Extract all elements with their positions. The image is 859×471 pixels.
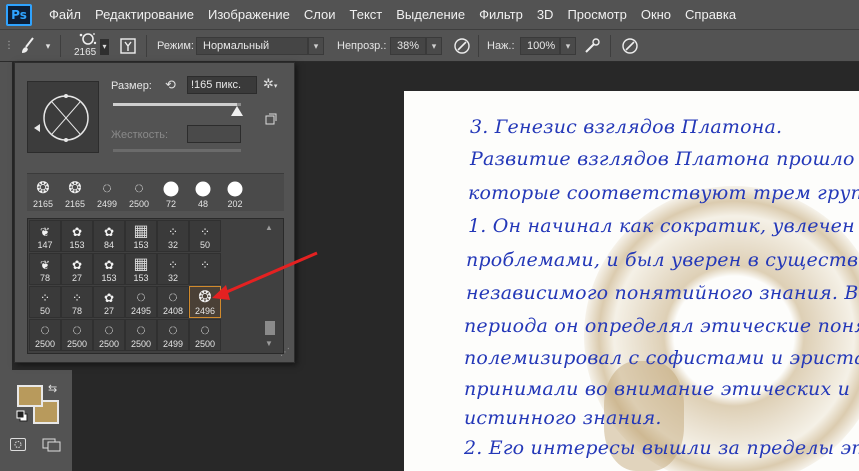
annotation-arrow xyxy=(212,251,318,300)
